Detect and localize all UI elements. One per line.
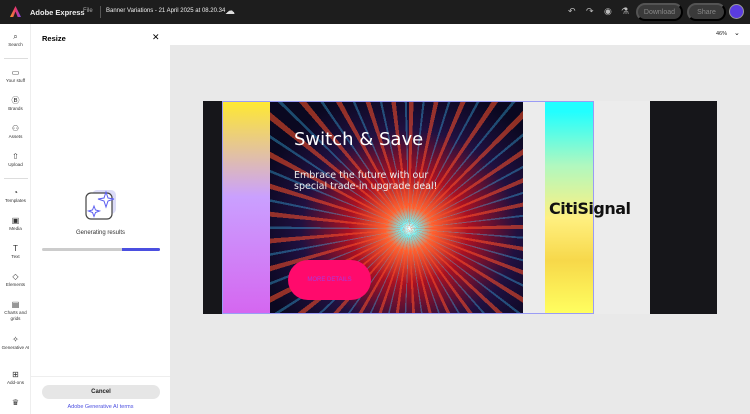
assets-icon: ⚇ bbox=[11, 124, 20, 133]
flask-icon[interactable]: ⚗ bbox=[621, 6, 629, 17]
rail-item-charts[interactable]: ▤ Charts and grids bbox=[0, 300, 31, 322]
top-bar: Adobe Express File Banner Variations - 2… bbox=[0, 0, 750, 24]
download-button[interactable]: Download bbox=[636, 3, 683, 21]
cloud-icon[interactable]: ☁ bbox=[225, 6, 235, 17]
divider bbox=[100, 6, 101, 18]
folder-icon: ▭ bbox=[11, 68, 20, 77]
media-icon: ▣ bbox=[11, 216, 20, 225]
rail-item-media[interactable]: ▣ Media bbox=[0, 216, 31, 232]
rail-item-elements[interactable]: ◇ Elements bbox=[0, 272, 31, 288]
document-title[interactable]: Banner Variations - 21 April 2025 at 08.… bbox=[106, 8, 225, 14]
redo-icon[interactable]: ↷ bbox=[586, 6, 594, 17]
progress-bar bbox=[42, 248, 160, 251]
headline[interactable]: Switch & Save bbox=[294, 129, 423, 150]
canvas-toolbar: 46% ⌄ bbox=[170, 24, 750, 45]
brand-icon: Ⓑ bbox=[11, 96, 20, 105]
rail-item-brands[interactable]: Ⓑ Brands bbox=[0, 96, 31, 112]
rail-item-assets[interactable]: ⚇ Assets bbox=[0, 124, 31, 140]
zoom-level[interactable]: 46% bbox=[716, 31, 727, 37]
templates-icon: ◔ bbox=[13, 188, 18, 197]
rail-item-upload[interactable]: ⇧ Upload bbox=[0, 152, 31, 168]
chart-icon: ▤ bbox=[11, 300, 20, 309]
divider bbox=[4, 58, 28, 59]
brand-name[interactable]: CitiSignal bbox=[549, 199, 631, 218]
app-name: Adobe Express bbox=[30, 8, 85, 17]
crown-icon: ♛ bbox=[11, 398, 20, 407]
sparkle-icon bbox=[85, 190, 116, 220]
panel-title: Resize bbox=[42, 34, 66, 43]
divider bbox=[31, 376, 170, 377]
rail-item-more[interactable]: ♛ bbox=[0, 398, 31, 408]
search-icon: ⌕ bbox=[13, 32, 18, 41]
dark-strip bbox=[650, 101, 717, 314]
share-button[interactable]: Share bbox=[687, 3, 726, 21]
addons-icon: ⊞ bbox=[12, 370, 19, 379]
hero-image[interactable]: Switch & Save Embrace the future with ou… bbox=[270, 101, 523, 314]
rail-item-templates[interactable]: ◔ Templates bbox=[0, 188, 31, 204]
file-menu[interactable]: File bbox=[83, 8, 93, 14]
rail-item-generative-ai[interactable]: ✧ Generative AI bbox=[0, 335, 31, 351]
cancel-button[interactable]: Cancel bbox=[42, 385, 160, 399]
rail-item-search[interactable]: ⌕ Search bbox=[0, 32, 31, 48]
progress-fill bbox=[122, 248, 160, 251]
undo-icon[interactable]: ↶ bbox=[568, 6, 576, 17]
upload-icon: ⇧ bbox=[12, 152, 19, 161]
more-details-button[interactable]: MORE DETAILS bbox=[288, 260, 371, 300]
resize-panel: Resize ✕ Generating results Cancel Adobe… bbox=[31, 24, 170, 414]
rail-item-addons[interactable]: ⊞ Add-ons bbox=[0, 370, 31, 386]
generative-ai-icon: ✧ bbox=[12, 335, 19, 344]
rail-item-your-stuff[interactable]: ▭ Your stuff bbox=[0, 68, 31, 84]
close-icon[interactable]: ✕ bbox=[152, 32, 160, 43]
left-rail: ⌕ Search ▭ Your stuff Ⓑ Brands ⚇ Assets ⇧ Upl… bbox=[0, 24, 31, 414]
text-icon: T bbox=[13, 244, 18, 253]
chevron-down-icon[interactable]: ⌄ bbox=[734, 29, 740, 37]
subheadline[interactable]: Embrace the future with our special trad… bbox=[294, 170, 464, 192]
dark-strip bbox=[203, 101, 222, 314]
gradient-strip bbox=[222, 101, 270, 314]
adobe-express-logo-icon[interactable] bbox=[10, 6, 21, 17]
elements-icon: ◇ bbox=[12, 272, 19, 281]
status-text: Generating results bbox=[75, 230, 126, 236]
lightbulb-icon[interactable]: ◉ bbox=[604, 6, 612, 17]
avatar[interactable] bbox=[729, 4, 744, 19]
banner-canvas[interactable]: Switch & Save Embrace the future with ou… bbox=[203, 101, 717, 314]
terms-link[interactable]: Adobe Generative AI terms bbox=[31, 404, 170, 410]
divider bbox=[4, 178, 28, 179]
rail-item-text[interactable]: T Text bbox=[0, 244, 31, 260]
